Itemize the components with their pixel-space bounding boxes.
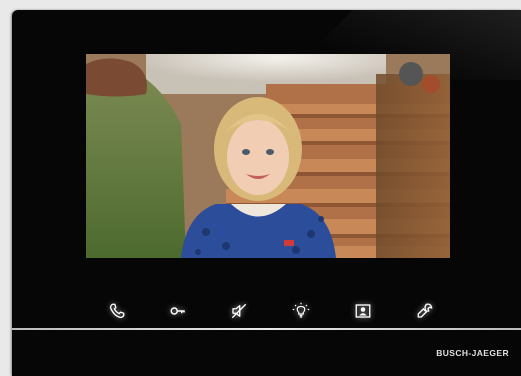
settings-wrench-icon: [417, 303, 433, 318]
intercom-panel: BUSCH-JAEGER: [12, 10, 521, 376]
mute-button[interactable]: [224, 296, 254, 326]
call-button[interactable]: [102, 296, 132, 326]
key-icon: [170, 307, 185, 315]
camera-feed-image: [86, 54, 450, 258]
camera-switch-icon: [355, 304, 371, 318]
light-icon: [292, 302, 310, 318]
mute-icon: [231, 303, 247, 319]
video-screen: [86, 54, 450, 258]
camera-switch-button[interactable]: [348, 296, 378, 326]
settings-button[interactable]: [410, 296, 440, 326]
phone-icon: [109, 303, 125, 319]
door-open-button[interactable]: [163, 296, 193, 326]
control-bar: [94, 296, 454, 326]
light-strip: [12, 328, 521, 330]
brand-logo: BUSCH-JAEGER: [436, 348, 509, 358]
light-button[interactable]: [286, 296, 316, 326]
